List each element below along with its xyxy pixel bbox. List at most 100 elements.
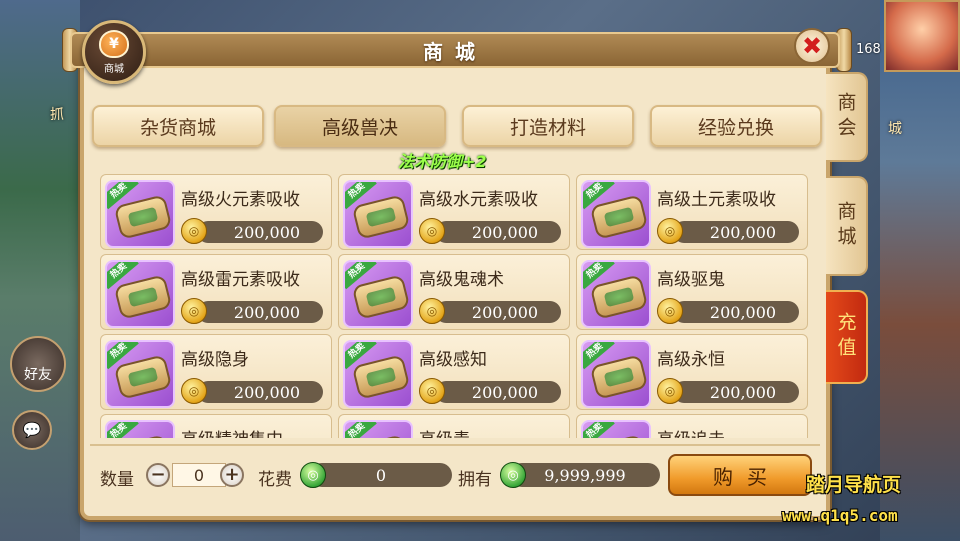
item-name: 高级雷元素吸收 [181,270,300,290]
gold-coin-icon: ◎ [657,378,683,404]
hot-sale-tag: 热卖 [345,422,377,438]
item-price: 200,000 [197,381,323,403]
item-card[interactable]: 热卖 高级水元素吸收 200,000 ◎ [338,174,570,250]
close-icon: ✖ [801,32,823,60]
tab-crafting-materials[interactable]: 打造材料 [462,105,634,147]
skill-scroll-icon: 热卖 [343,260,413,328]
own-label: 拥有 [458,470,492,490]
watermark-url: www.q1q5.com [782,506,898,525]
quantity-decrease-button[interactable]: − [146,463,170,487]
item-price: 200,000 [197,221,323,243]
close-button[interactable]: ✖ [794,28,830,64]
gold-coin-icon: ◎ [419,218,445,244]
item-card[interactable]: 热卖 高级精神集中 [100,414,332,438]
skill-scroll-icon: 热卖 [581,180,651,248]
item-card[interactable]: 热卖 高级感知 200,000 ◎ [338,334,570,410]
own-value: 9,999,999 [510,463,660,487]
skill-scroll-icon: 热卖 [105,420,175,438]
item-grid: 热卖 高级火元素吸收 200,000 ◎ 热卖 高级水元素吸收 200,000 ◎ 热卖 高级土元… [100,168,810,438]
gold-coin-icon: ◎ [181,218,207,244]
item-card[interactable]: 热卖 高级鬼魂术 200,000 ◎ [338,254,570,330]
skill-scroll-icon: 热卖 [581,340,651,408]
shop-title: 商城 [70,32,840,68]
item-card[interactable]: 热卖 高级驱鬼 200,000 ◎ [576,254,808,330]
quantity-increase-button[interactable]: + [220,463,244,487]
item-price: 200,000 [673,381,799,403]
skill-scroll-icon: 热卖 [581,420,651,438]
background-text-right: 城 [888,121,902,137]
item-name: 高级驱鬼 [657,270,725,290]
item-price: 200,000 [435,221,561,243]
item-name: 高级毒 [419,425,470,438]
item-card[interactable]: 热卖 高级追击 [576,414,808,438]
shop-badge-label: 商城 [104,63,124,75]
scroll-icon [351,354,411,400]
skill-scroll-icon: 热卖 [343,180,413,248]
tab-exp-exchange[interactable]: 经验兑换 [650,105,822,147]
item-price: 200,000 [673,301,799,323]
skill-scroll-icon: 热卖 [343,420,413,438]
item-name: 高级精神集中 [181,425,283,438]
player-avatar[interactable] [884,0,960,72]
item-name: 高级火元素吸收 [181,190,300,210]
item-card[interactable]: 热卖 高级土元素吸收 200,000 ◎ [576,174,808,250]
chat-button[interactable]: 💬 [12,410,52,450]
scroll-icon [351,274,411,320]
item-name: 高级感知 [419,350,487,370]
side-tab-shop[interactable]: 商城 [826,176,868,276]
item-price: 200,000 [197,301,323,323]
tab-advanced-beast-skills[interactable]: 高级兽决 [274,105,446,147]
watermark-title: 踏月导航页 [806,474,902,496]
item-name: 高级土元素吸收 [657,190,776,210]
item-card[interactable]: 热卖 高级雷元素吸收 200,000 ◎ [100,254,332,330]
hot-sale-tag: 热卖 [107,422,139,438]
item-name: 高级永恒 [657,350,725,370]
scroll-icon [589,274,649,320]
silver-currency-icon: ◎ [300,462,326,488]
item-card[interactable]: 热卖 高级永恒 200,000 ◎ [576,334,808,410]
item-name: 高级隐身 [181,350,249,370]
scroll-icon [113,194,173,240]
gold-coin-icon: ◎ [181,298,207,324]
background-text-left: 抓 [50,107,64,123]
chat-icon: 💬 [22,421,42,439]
item-name: 高级追击 [657,425,725,438]
quantity-label: 数量 [100,470,134,490]
side-tab-chamber-of-commerce[interactable]: 商会 [826,72,868,162]
background-right-scene [880,0,960,541]
owned-currency-icon: ◎ [500,462,526,488]
scroll-icon [113,274,173,320]
cost-label: 花费 [258,470,292,490]
buy-button[interactable]: 购买 [668,454,812,496]
scroll-icon [589,354,649,400]
item-price: 200,000 [435,301,561,323]
hot-sale-tag: 热卖 [583,422,615,438]
gold-coin-icon: ◎ [181,378,207,404]
side-tab-recharge[interactable]: 充值 [826,290,868,384]
item-card[interactable]: 热卖 高级火元素吸收 200,000 ◎ [100,174,332,250]
gold-coin-icon: ◎ [419,298,445,324]
scroll-icon [351,194,411,240]
skill-scroll-icon: 热卖 [105,260,175,328]
item-card[interactable]: 热卖 高级毒 [338,414,570,438]
skill-scroll-icon: 热卖 [581,260,651,328]
quantity-field[interactable]: 0 [172,463,226,487]
tab-general-goods[interactable]: 杂货商城 [92,105,264,147]
friend-button[interactable]: 好友 [10,336,66,392]
bottom-divider [90,444,820,446]
friend-label: 好友 [24,367,52,383]
floating-buff-text: 法术防御+2 [398,152,487,171]
gold-coin-icon: ◎ [657,298,683,324]
skill-scroll-icon: 热卖 [343,340,413,408]
item-name: 高级鬼魂术 [419,270,504,290]
money-bag-icon: ¥ [99,29,129,58]
item-card[interactable]: 热卖 高级隐身 200,000 ◎ [100,334,332,410]
scroll-icon [113,354,173,400]
item-price: 200,000 [673,221,799,243]
item-name: 高级水元素吸收 [419,190,538,210]
skill-scroll-icon: 热卖 [105,340,175,408]
shop-badge: ¥ 商城 [82,20,146,84]
gold-coin-icon: ◎ [419,378,445,404]
background-left-scene [0,0,80,541]
scroll-icon [589,194,649,240]
